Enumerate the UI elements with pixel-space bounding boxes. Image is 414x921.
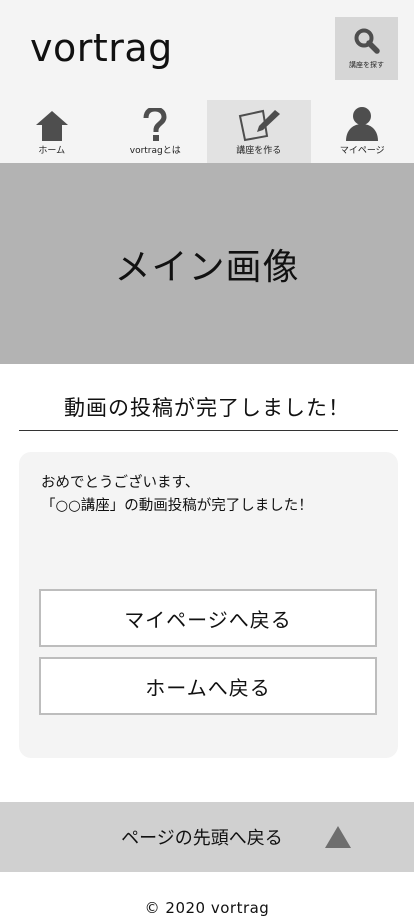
user-icon (346, 107, 379, 141)
nav-item-about[interactable]: vortragとは (104, 100, 208, 163)
search-icon (354, 28, 380, 54)
nav-item-label: 講座を作る (236, 146, 282, 156)
message-line: おめでとうございます、 (41, 475, 200, 491)
search-button-label: 講座を探す (349, 61, 384, 69)
home-icon (35, 111, 68, 141)
main-image-label: メイン画像 (114, 246, 300, 288)
nav-item-create-course[interactable]: 講座を作る (207, 100, 311, 163)
edit-icon (238, 109, 280, 142)
nav-item-label: vortragとは (129, 146, 181, 156)
nav-item-label: マイページ (339, 146, 385, 156)
question-icon (143, 108, 167, 141)
completion-message: おめでとうございます、 「○○講座」の動画投稿が完了しました！ (41, 472, 391, 518)
copyright: © 2020 vortrag (144, 899, 270, 917)
message-line: 「○○講座」の動画投稿が完了しました！ (41, 498, 313, 514)
completion-card: おめでとうございます、 「○○講座」の動画投稿が完了しました！ マイページへ戻る… (19, 452, 398, 758)
main-nav: ホーム vortragとは 講座を作る マイページ (0, 100, 414, 163)
back-to-mypage-button[interactable]: マイページへ戻る (39, 589, 377, 647)
page-title: 動画の投稿が完了しました！ (64, 396, 350, 420)
nav-item-mypage[interactable]: マイページ (311, 100, 414, 163)
nav-item-home[interactable]: ホーム (0, 100, 104, 163)
back-to-home-button[interactable]: ホームへ戻る (39, 657, 377, 715)
nav-item-label: ホーム (38, 146, 66, 156)
triangle-up-icon (325, 826, 351, 848)
site-logo[interactable]: vortrag (30, 24, 173, 72)
search-button[interactable]: 講座を探す (335, 17, 398, 80)
main-image-placeholder: メイン画像 (0, 163, 414, 364)
back-to-top-bar[interactable]: ページの先頭へ戻る (0, 802, 414, 872)
title-divider (19, 430, 398, 431)
header: vortrag 講座を探す (0, 0, 414, 100)
